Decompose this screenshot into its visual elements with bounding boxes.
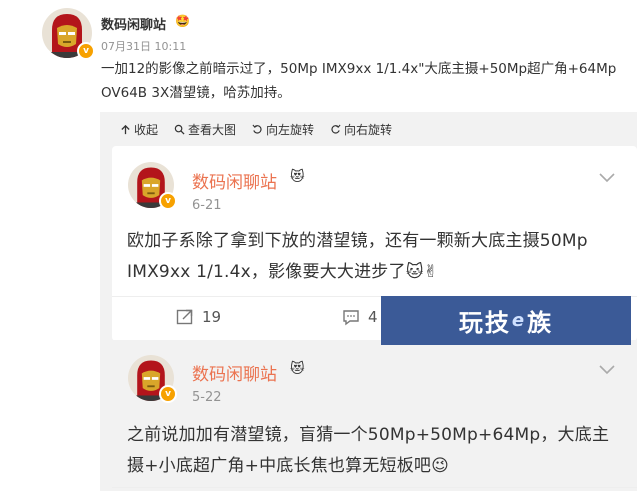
- watermark-logo: 玩技 e 族: [381, 296, 631, 345]
- card2-text: 之前说加加有潜望镜，盲猜一个50Mp+50Mp+64Mp，大底主摄+小底超广角+…: [127, 425, 610, 476]
- view-large-label: 查看大图: [188, 122, 237, 137]
- rotate-right-button[interactable]: 向右旋转: [330, 120, 392, 138]
- rotate-left-label: 向左旋转: [266, 122, 315, 137]
- card2-date[interactable]: 5-22: [192, 390, 222, 405]
- rotate-left-icon: [252, 124, 262, 134]
- chevron-down-icon[interactable]: [599, 173, 615, 183]
- share-count: 19: [202, 308, 222, 326]
- card2-divider: [112, 487, 637, 488]
- card-avatar[interactable]: v: [128, 162, 177, 210]
- collapse-button[interactable]: 收起: [120, 120, 158, 138]
- share-icon: [176, 309, 193, 325]
- verified-badge-icon: v: [159, 385, 177, 403]
- verified-badge-icon: v: [159, 192, 177, 210]
- collapse-icon: [121, 124, 130, 134]
- post-timestamp[interactable]: 07月31日 10:11: [101, 38, 186, 54]
- post-text: 一加12的影像之前暗示过了，50Mp IMX9xx 1/1.4x"大底主摄+50…: [101, 61, 617, 101]
- comment-count: 4: [368, 308, 378, 326]
- post-author-name[interactable]: 数码闲聊站: [101, 14, 166, 33]
- card1-date[interactable]: 6-21: [192, 198, 222, 213]
- chevron-down-icon[interactable]: [599, 365, 615, 375]
- collapse-label: 收起: [134, 122, 159, 137]
- card1-author-name[interactable]: 数码闲聊站: [192, 168, 277, 193]
- search-icon: [174, 124, 185, 135]
- card2-fan-badge-icon: 😻: [290, 361, 305, 377]
- card2-author-name[interactable]: 数码闲聊站: [192, 360, 277, 385]
- view-large-button[interactable]: 查看大图: [174, 120, 236, 138]
- card2-avatar[interactable]: v: [128, 355, 177, 403]
- share-button[interactable]: 19: [176, 308, 221, 326]
- avatar[interactable]: v: [42, 8, 95, 60]
- comment-icon: [343, 310, 359, 326]
- card1-text: 欧加子系除了拿到下放的潜望镜，还有一颗新大底主摄50Mp IMX9xx 1/1.…: [127, 231, 588, 282]
- rotate-left-button[interactable]: 向左旋转: [252, 120, 314, 138]
- rotate-right-icon: [331, 124, 341, 134]
- card1-fan-badge-icon: 😻: [290, 169, 305, 185]
- rotate-right-label: 向右旋转: [344, 122, 393, 137]
- comment-button[interactable]: 4: [342, 308, 378, 326]
- verified-badge-icon: v: [77, 42, 95, 60]
- fan-badge-icon: 🤩: [175, 14, 190, 28]
- image-toolbar: 收起 查看大图 向左旋转 向右旋转: [120, 120, 392, 138]
